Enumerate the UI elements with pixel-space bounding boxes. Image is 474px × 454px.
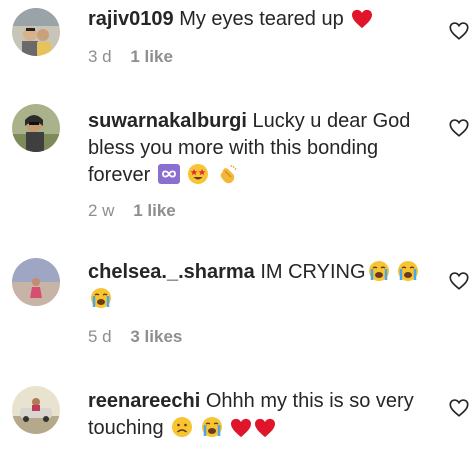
comment-text: chelsea._.sharma IM CRYING	[88, 259, 428, 313]
heart-outline-icon[interactable]	[448, 20, 470, 42]
comment-meta: 5 d 3 likes	[88, 327, 182, 347]
heart-outline-icon[interactable]	[448, 117, 470, 139]
comment-username[interactable]: suwarnakalburgi	[88, 110, 247, 132]
comment-username[interactable]: reenareechi	[88, 390, 200, 412]
comment-age: 3 d	[88, 47, 112, 66]
star-struck-icon	[188, 164, 209, 184]
clapping-hands-icon	[220, 164, 237, 184]
loudly-crying-icon	[398, 261, 419, 281]
comment-text: suwarnakalburgi Lucky u dear God bless y…	[88, 108, 428, 189]
red-heart-icon	[352, 9, 373, 29]
comment-message: My eyes teared up	[179, 8, 344, 30]
comment-likes-count[interactable]: 1 like	[130, 47, 173, 66]
comment-age: 5 d	[88, 327, 112, 346]
heart-outline-icon[interactable]	[448, 397, 470, 419]
heart-outline-icon[interactable]	[448, 270, 470, 292]
comment-likes-count[interactable]: 1 like	[133, 201, 176, 220]
comment-meta: 2 w 1 like	[88, 201, 176, 221]
comment-message: IM CRYING	[260, 261, 366, 283]
comment-age: 2 w	[88, 201, 115, 220]
comment-username[interactable]: rajiv0109	[88, 8, 174, 30]
red-heart-icon	[231, 418, 252, 438]
red-heart-icon	[255, 418, 276, 438]
sad-face-icon	[172, 417, 193, 437]
comment-likes-count[interactable]: 3 likes	[130, 327, 182, 346]
comment-text: reenareechi Ohhh my this is so very touc…	[88, 388, 428, 442]
avatar[interactable]	[12, 386, 60, 434]
comment-username[interactable]: chelsea._.sharma	[88, 261, 255, 283]
comment-text: rajiv0109 My eyes teared up	[88, 6, 428, 33]
loudly-crying-icon	[368, 261, 389, 281]
comment-meta: 3 d 1 like	[88, 47, 173, 67]
loudly-crying-icon	[91, 288, 111, 308]
avatar[interactable]	[12, 8, 60, 56]
infinity-icon	[157, 164, 180, 184]
avatar[interactable]	[12, 104, 60, 152]
avatar[interactable]	[12, 258, 60, 306]
loudly-crying-icon	[201, 417, 222, 437]
